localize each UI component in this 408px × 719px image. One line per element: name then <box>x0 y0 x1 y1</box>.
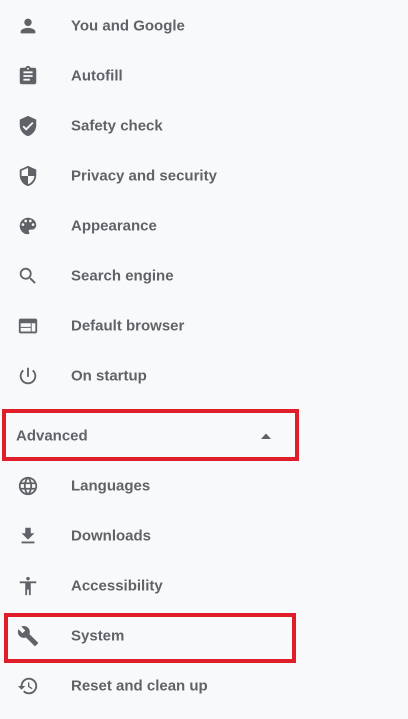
sidebar-item-label: Appearance <box>71 217 157 235</box>
sidebar-item-label: Downloads <box>71 527 152 545</box>
power-icon <box>16 364 40 388</box>
settings-sidebar: You and Google Autofill Safety check Pri… <box>0 0 408 719</box>
sidebar-item-appearance[interactable]: Appearance <box>0 201 408 251</box>
sidebar-item-label: System <box>71 627 125 645</box>
accessibility-icon <box>16 574 40 598</box>
sidebar-item-label: Autofill <box>71 67 123 85</box>
sidebar-item-label: On startup <box>71 367 147 385</box>
sidebar-item-label: Privacy and security <box>71 167 217 185</box>
sidebar-item-accessibility[interactable]: Accessibility <box>0 561 408 611</box>
sidebar-item-languages[interactable]: Languages <box>0 461 408 511</box>
sidebar-item-label: Safety check <box>71 117 163 135</box>
advanced-label: Advanced <box>16 427 88 445</box>
sidebar-item-downloads[interactable]: Downloads <box>0 511 408 561</box>
sidebar-item-label: Languages <box>71 477 151 495</box>
sidebar-item-you-and-google[interactable]: You and Google <box>0 1 408 51</box>
sidebar-item-on-startup[interactable]: On startup <box>0 351 408 401</box>
shield-half-icon <box>16 164 40 188</box>
palette-icon <box>16 214 40 238</box>
sidebar-item-label: Search engine <box>71 267 174 285</box>
history-reset-icon <box>16 674 40 698</box>
globe-icon <box>16 474 40 498</box>
person-icon <box>16 14 40 38</box>
sidebar-item-autofill[interactable]: Autofill <box>0 51 408 101</box>
sidebar-item-privacy-and-security[interactable]: Privacy and security <box>0 151 408 201</box>
sidebar-item-label: Reset and clean up <box>71 677 208 695</box>
wrench-icon <box>16 624 40 648</box>
caret-up-icon <box>260 430 272 442</box>
sidebar-item-label: You and Google <box>71 17 185 35</box>
shield-check-icon <box>16 114 40 138</box>
sidebar-item-default-browser[interactable]: Default browser <box>0 301 408 351</box>
sidebar-item-label: Default browser <box>71 317 185 335</box>
download-icon <box>16 524 40 548</box>
browser-window-icon <box>16 314 40 338</box>
advanced-section-toggle[interactable]: Advanced <box>0 411 290 461</box>
sidebar-item-reset-and-clean-up[interactable]: Reset and clean up <box>0 661 408 711</box>
sidebar-item-safety-check[interactable]: Safety check <box>0 101 408 151</box>
sidebar-item-system[interactable]: System <box>0 611 408 661</box>
sidebar-item-label: Accessibility <box>71 577 163 595</box>
sidebar-item-search-engine[interactable]: Search engine <box>0 251 408 301</box>
search-icon <box>16 264 40 288</box>
clipboard-icon <box>16 64 40 88</box>
